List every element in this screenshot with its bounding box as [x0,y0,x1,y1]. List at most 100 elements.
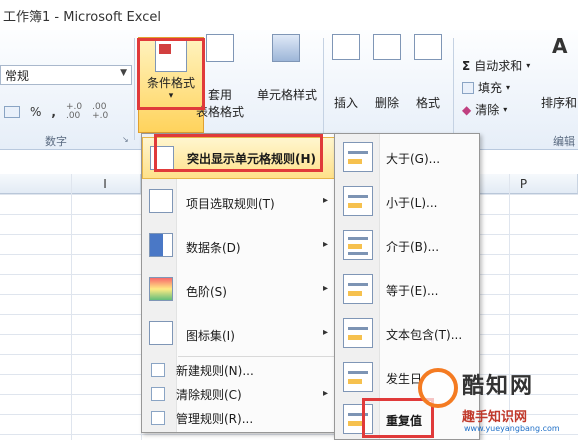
delete-button[interactable]: 删除 [369,34,405,111]
ribbon: 常规 ▼ % , +.0 .00 .00 +.0 数字 ↘ 条件格式 ▾ 套用 … [0,30,578,150]
group-separator [134,38,135,140]
menu-item-label: 新建规则(N)... [176,364,254,378]
grid-line [71,174,72,440]
number-group-label: 数字 [45,135,67,148]
percent-button[interactable]: % [30,105,41,119]
less-than-icon [343,186,373,216]
chevron-down-icon: ▾ [503,105,508,114]
menu-item-icon-sets[interactable]: 图标集(I) ▸ [142,313,336,357]
submenu-item-text-contains[interactable]: 文本包含(T)... [335,312,479,356]
clear-rules-icon [151,387,165,401]
cell-styles-button[interactable]: 单元格样式 [254,34,320,103]
submenu-item-equal-to[interactable]: 等于(E)... [335,268,479,312]
menu-item-label: 管理规则(R)... [176,412,254,426]
menu-item-label: 色阶(S) [186,285,227,299]
insert-label: 插入 [333,96,358,110]
autosum-label: 自动求和 [474,59,523,73]
cell-styles-icon [272,34,300,62]
title-bar: 工作簿1 - Microsoft Excel [0,0,578,30]
manage-rules-icon [151,411,165,425]
menu-item-top-bottom-rules[interactable]: 项目选取规则(T) ▸ [142,181,336,223]
format-cells-icon [414,34,442,60]
sort-az-icon: A [552,34,568,58]
sigma-icon: Σ [462,58,471,73]
watermark-logo-icon [418,368,458,408]
submenu-arrow-icon: ▸ [322,283,328,294]
clear-button[interactable]: ◆ 清除 ▾ [462,101,507,118]
insert-button[interactable]: 插入 [328,34,364,111]
watermark-brand: 酷知网 [462,374,535,399]
submenu-item-less-than[interactable]: 小于(L)... [335,180,479,224]
conditional-format-menu: 突出显示单元格规则(H) 项目选取规则(T) ▸ 数据条(D) ▸ 色阶(S) … [141,133,337,433]
fill-icon [462,81,474,94]
submenu-arrow-icon: ▸ [322,195,328,206]
sort-label: 排序和 [540,96,577,110]
menu-item-manage-rules[interactable]: 管理规则(R)... [142,406,336,430]
fill-button[interactable]: 填充 ▾ [462,79,510,96]
between-icon [343,230,373,260]
chevron-down-icon: ▾ [506,83,511,92]
fill-label: 填充 [478,81,503,95]
submenu-item-label: 介于(B)... [386,240,440,254]
highlight-annotation [154,134,323,172]
edit-group-label: 编辑 [553,135,575,148]
window-title: 工作簿1 - Microsoft Excel [3,10,161,25]
menu-item-color-scales[interactable]: 色阶(S) ▸ [142,269,336,313]
table-format-icon [206,34,234,62]
submenu-item-label: 等于(E)... [386,284,439,298]
watermark-subtitle: 趣手知识网 [462,410,528,425]
equal-to-icon [343,274,373,304]
icon-sets-icon [149,321,173,345]
format-label: 格式 [415,96,440,110]
format-button[interactable]: 格式 [410,34,446,111]
highlight-annotation [137,38,205,110]
menu-item-label: 数据条(D) [186,241,241,255]
submenu-arrow-icon: ▸ [322,239,328,250]
menu-separator [178,356,334,357]
submenu-item-greater-than[interactable]: 大于(G)... [335,136,479,180]
dialog-launcher-icon[interactable]: ↘ [122,135,129,144]
delete-label: 删除 [374,96,399,110]
greater-than-icon [343,142,373,172]
submenu-item-label: 大于(G)... [386,152,441,166]
menu-item-new-rule[interactable]: 新建规则(N)... [142,358,336,382]
data-bars-icon [149,233,173,257]
cell-styles-label: 单元格样式 [256,88,317,102]
menu-item-label: 清除规则(C) [176,388,242,402]
watermark: 酷知网 趣手知识网 www.yueyangbang.com [418,362,578,440]
submenu-arrow-icon: ▸ [322,388,328,399]
chevron-down-icon: ▾ [526,61,531,70]
decrease-decimal-button[interactable]: .00 +.0 [92,103,108,121]
submenu-item-label: 小于(L)... [386,196,438,210]
accounting-format-icon[interactable] [4,106,20,118]
number-format-value: 常规 [5,69,30,83]
menu-item-data-bars[interactable]: 数据条(D) ▸ [142,225,336,269]
top-bottom-icon [149,189,173,213]
column-label: P [519,176,528,191]
column-label: I [103,176,107,191]
submenu-item-label: 发生日 [386,372,423,386]
chevron-down-icon: ▼ [120,68,127,78]
group-separator [323,38,324,140]
submenu-item-between[interactable]: 介于(B)... [335,224,479,268]
color-scales-icon [149,277,173,301]
eraser-icon: ◆ [462,102,472,117]
insert-cells-icon [332,34,360,60]
new-rule-icon [151,363,165,377]
date-occurring-icon [343,362,373,392]
menu-item-clear-rules[interactable]: 清除规则(C) ▸ [142,382,336,406]
number-format-select[interactable]: 常规 ▼ [0,65,132,85]
menu-item-label: 图标集(I) [186,329,235,343]
number-format-buttons: % , +.0 .00 .00 +.0 [4,102,108,122]
increase-decimal-button[interactable]: +.0 .00 [66,103,82,121]
watermark-url: www.yueyangbang.com [464,424,560,433]
submenu-arrow-icon: ▸ [322,327,328,338]
sort-filter-button[interactable]: A 排序和 [540,34,578,111]
autosum-button[interactable]: Σ 自动求和 ▾ [462,57,530,74]
comma-button[interactable]: , [51,105,56,119]
clear-label: 清除 [475,103,500,117]
menu-item-label: 项目选取规则(T) [186,197,275,211]
group-separator [453,38,454,140]
column-header-p[interactable]: P [480,174,578,194]
delete-cells-icon [373,34,401,60]
